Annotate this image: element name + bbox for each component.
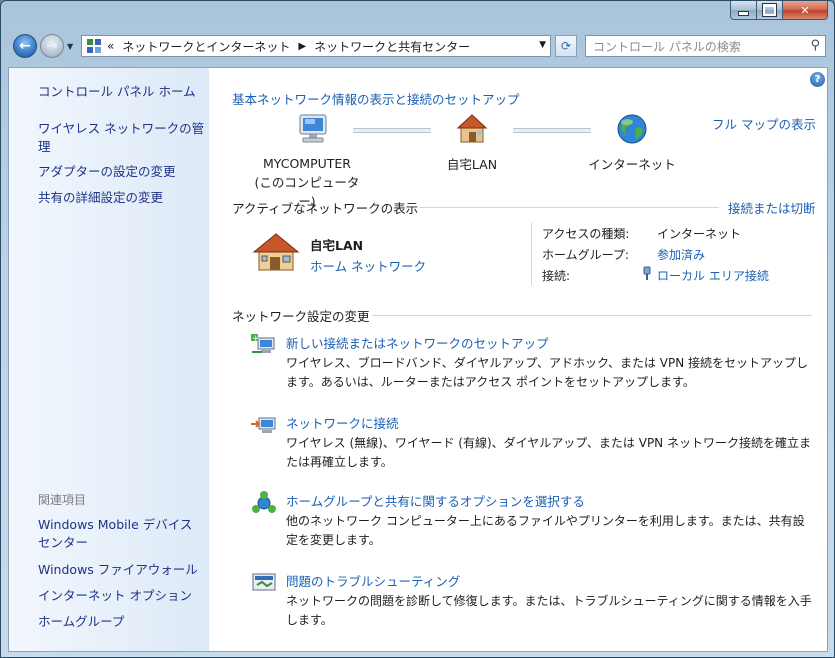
active-network-vertical-divider xyxy=(531,223,532,285)
sidebar-item-control-panel-home[interactable]: コントロール パネル ホーム xyxy=(38,83,206,101)
active-networks-heading: アクティブなネットワークの表示 xyxy=(232,201,419,216)
home-network-icon[interactable] xyxy=(455,112,489,146)
internet-label: インターネット xyxy=(588,157,676,172)
forward-button[interactable]: → xyxy=(40,34,64,58)
refresh-icon: ⟳ xyxy=(560,39,572,53)
change-settings-heading: ネットワーク設定の変更 xyxy=(232,309,370,324)
refresh-button[interactable]: ⟳ xyxy=(555,35,577,57)
homegroup-label: ホームグループ: xyxy=(542,248,629,262)
task-homegroup-sharing-desc: 他のネットワーク コンピューター上にあるファイルやプリンターを利用します。または… xyxy=(286,514,805,547)
network-type-link[interactable]: ホーム ネットワーク xyxy=(310,256,426,275)
search-input[interactable]: コントロール パネルの検索 ⚲ xyxy=(585,35,826,57)
recent-pages-dropdown[interactable]: ▼ xyxy=(67,42,73,51)
breadcrumb-arrow-icon[interactable]: ▶ xyxy=(298,41,306,52)
troubleshoot-icon xyxy=(252,573,276,591)
new-connection-icon: + xyxy=(251,334,275,353)
internet-globe-icon[interactable] xyxy=(615,112,649,146)
breadcrumb-network-internet[interactable]: ネットワークとインターネット xyxy=(122,38,290,55)
computer-name: MYCOMPUTER xyxy=(263,156,351,171)
task-troubleshoot-link[interactable]: 問題のトラブルシューティング xyxy=(286,571,460,590)
access-type-value: インターネット xyxy=(657,227,742,241)
back-button[interactable]: ← xyxy=(13,34,37,58)
breadcrumb-sharing-center[interactable]: ネットワークと共有センター xyxy=(314,38,470,55)
help-icon[interactable]: ? xyxy=(810,72,825,87)
sidebar-item-windows-firewall[interactable]: Windows ファイアウォール xyxy=(38,561,206,579)
main-panel: ? 基本ネットワーク情報の表示と接続のセットアップ フル マップの表示 MYCO… xyxy=(209,68,827,651)
content-area: コントロール パネル ホーム ワイヤレス ネットワークの管理 アダプターの設定の… xyxy=(8,67,828,652)
control-panel-window: ✕ ← → ▼ « ネットワークとインターネット ▶ ネットワークと共有センター… xyxy=(0,0,835,658)
local-area-connection-link[interactable]: ローカル エリア接続 xyxy=(657,267,769,284)
title-bar: ✕ xyxy=(1,1,834,29)
home-network-large-icon[interactable] xyxy=(250,230,302,274)
page-title: 基本ネットワーク情報の表示と接続のセットアップ xyxy=(232,92,520,107)
active-network-name: 自宅LAN xyxy=(310,238,364,253)
navigation-bar: ← → ▼ « ネットワークとインターネット ▶ ネットワークと共有センター ▼… xyxy=(1,31,834,63)
homegroup-sharing-icon xyxy=(252,491,276,513)
sidebar: コントロール パネル ホーム ワイヤレス ネットワークの管理 アダプターの設定の… xyxy=(9,68,209,651)
connect-disconnect-link[interactable]: 接続または切断 xyxy=(728,198,816,217)
computer-icon[interactable] xyxy=(295,113,331,145)
task-homegroup-sharing-link[interactable]: ホームグループと共有に関するオプションを選択する xyxy=(286,491,585,510)
task-connect-network-desc: ワイヤレス (無線)、ワイヤード (有線)、ダイヤルアップ、または VPN ネッ… xyxy=(286,436,811,469)
close-button[interactable]: ✕ xyxy=(783,1,828,20)
address-dropdown-icon[interactable]: ▼ xyxy=(539,40,546,50)
maximize-icon xyxy=(762,3,777,17)
homegroup-link[interactable]: 参加済み xyxy=(657,246,705,263)
arrow-left-icon: ← xyxy=(19,38,31,54)
sidebar-item-mobile-device-center[interactable]: Windows Mobile デバイス センター xyxy=(38,516,206,552)
arrow-right-icon: → xyxy=(46,38,58,54)
address-bar[interactable]: « ネットワークとインターネット ▶ ネットワークと共有センター ▼ xyxy=(81,35,551,57)
sidebar-item-homegroup[interactable]: ホームグループ xyxy=(38,613,206,631)
ethernet-icon xyxy=(643,266,651,280)
search-icon[interactable]: ⚲ xyxy=(810,38,820,53)
change-settings-divider xyxy=(372,315,812,316)
connect-network-icon xyxy=(251,417,276,433)
control-panel-icon xyxy=(87,39,101,53)
minimize-button[interactable] xyxy=(730,1,757,20)
breadcrumb-overflow[interactable]: « xyxy=(107,39,114,53)
full-map-link[interactable]: フル マップの表示 xyxy=(712,114,816,133)
home-network-label: 自宅LAN xyxy=(446,157,498,172)
task-troubleshoot-desc: ネットワークの問題を診断して修復します。または、トラブルシューティングに関する情… xyxy=(286,594,812,627)
sidebar-item-advanced-sharing[interactable]: 共有の詳細設定の変更 xyxy=(38,189,206,207)
task-new-connection-link[interactable]: 新しい接続またはネットワークのセットアップ xyxy=(286,333,549,352)
maximize-button[interactable] xyxy=(757,1,783,20)
related-heading: 関連項目 xyxy=(38,493,87,507)
task-connect-network-link[interactable]: ネットワークに接続 xyxy=(286,413,399,432)
access-type-label: アクセスの種類: xyxy=(542,227,630,241)
svg-text:+: + xyxy=(252,334,260,344)
active-networks-divider xyxy=(419,207,719,208)
connection-label: 接続: xyxy=(542,269,571,283)
task-new-connection-desc: ワイヤレス、ブロードバンド、ダイヤルアップ、アドホック、または VPN 接続をセ… xyxy=(286,356,809,389)
sidebar-item-adapter-settings[interactable]: アダプターの設定の変更 xyxy=(38,163,206,181)
search-placeholder: コントロール パネルの検索 xyxy=(593,39,741,54)
map-connector-1 xyxy=(353,128,431,133)
map-connector-2 xyxy=(513,128,591,133)
sidebar-item-manage-wireless[interactable]: ワイヤレス ネットワークの管理 xyxy=(38,120,206,156)
close-icon: ✕ xyxy=(800,3,810,17)
sidebar-item-internet-options[interactable]: インターネット オプション xyxy=(38,587,206,605)
minimize-icon xyxy=(738,10,749,16)
